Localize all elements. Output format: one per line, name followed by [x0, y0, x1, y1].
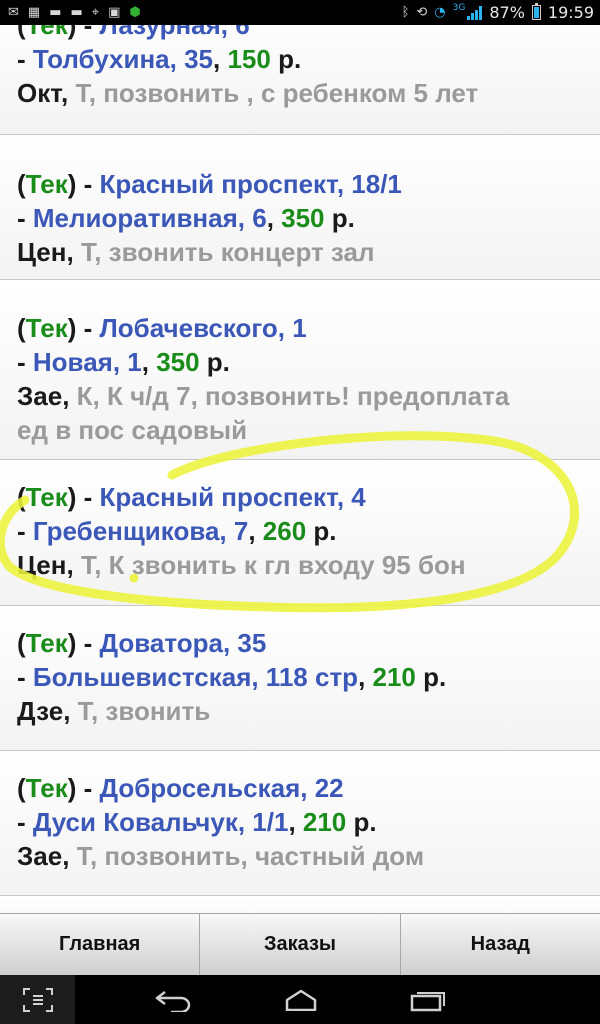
order-district: Дзе — [17, 696, 64, 726]
order-district: Цен — [17, 237, 67, 267]
back-nav-button[interactable] — [140, 975, 206, 1024]
order-from-address: Лазурная, 6 — [99, 25, 250, 40]
taxi-icon: ▬ — [49, 5, 62, 20]
system-nav-bar — [0, 975, 600, 1024]
app-icon: ▦ — [27, 5, 41, 20]
order-to-address: Гребенщикова, 7 — [32, 516, 249, 546]
order-details: Т, звонить — [77, 696, 211, 726]
back-arrow-icon — [155, 990, 191, 1012]
order-from-address: Добросельская, 22 — [99, 773, 344, 803]
battery-icon — [531, 3, 541, 20]
order-status: Тек — [25, 773, 68, 803]
order-district: Зае — [17, 841, 63, 871]
order-district: Цен — [17, 550, 67, 580]
order-from-address: Красный проспект, 4 — [99, 482, 366, 512]
order-item[interactable]: (Тек) - Красный проспект, 18/1 - Мелиора… — [0, 135, 600, 280]
bluetooth-icon: ᛒ — [401, 5, 410, 20]
order-price: 210 — [372, 662, 416, 692]
order-item[interactable]: (Тек) - Красный проспект, 4 - Гребенщико… — [0, 460, 600, 606]
taxi-icon: ▬ — [70, 5, 83, 20]
order-price: 260 — [262, 516, 307, 546]
order-details: Т, позвонить, частный дом — [76, 841, 425, 871]
order-details: Т, звонить концерт зал — [80, 237, 375, 267]
recent-apps-icon — [410, 991, 445, 1011]
order-item-partial[interactable] — [0, 896, 600, 913]
network-type: 3G — [452, 3, 466, 13]
order-details-continued: ед в пос садовый — [17, 415, 248, 445]
home-nav-button[interactable] — [268, 975, 334, 1024]
order-price: 210 — [302, 807, 347, 837]
order-to-address: Дуси Ковальчук, 1/1 — [32, 807, 289, 837]
rotation-lock-icon: ⟲ — [416, 5, 428, 20]
bottom-tab-bar: Главная Заказы Назад — [0, 913, 600, 975]
order-district: Зае — [17, 381, 63, 411]
order-to-address: Толбухина, 35 — [32, 44, 214, 74]
tab-orders[interactable]: Заказы — [200, 914, 401, 975]
wifi-icon: ◔ — [434, 5, 446, 20]
order-status: Тек — [25, 25, 68, 40]
screenshot-button[interactable] — [0, 975, 75, 1024]
battery-percent: 87% — [489, 3, 525, 22]
system-icons: ᛒ ⟲ ◔ 3G 87% 19:59 — [402, 0, 594, 25]
order-from-address: Доватора, 35 — [99, 628, 267, 658]
order-status: Тек — [25, 628, 68, 658]
order-status: Тек — [25, 313, 68, 343]
tab-back[interactable]: Назад — [401, 914, 600, 975]
order-item[interactable]: (Тек) - Доватора, 35 - Большевистская, 1… — [0, 606, 600, 751]
orders-list[interactable]: (Тек) - Лазурная, 6 - Толбухина, 35, 150… — [0, 25, 600, 913]
order-from-address: Лобачевского, 1 — [99, 313, 307, 343]
gps-icon: ⌖ — [91, 5, 100, 20]
tab-main[interactable]: Главная — [0, 914, 201, 975]
order-district: Окт — [17, 78, 62, 108]
order-details: Т, К звонить к гл входу 95 бон — [80, 550, 466, 580]
order-price: 350 — [281, 203, 325, 233]
signal-icon — [467, 5, 483, 20]
screenshot-icon — [22, 987, 53, 1012]
order-price: 150 — [227, 44, 271, 74]
order-item[interactable]: (Тек) - Лобачевского, 1 - Новая, 1, 350 … — [0, 280, 600, 460]
image-icon: ▣ — [108, 5, 121, 20]
order-item[interactable]: (Тек) - Добросельская, 22 - Дуси Ковальч… — [0, 751, 600, 896]
order-status: Тек — [25, 482, 68, 512]
order-to-address: Новая, 1 — [32, 347, 142, 377]
clock: 19:59 — [547, 3, 594, 22]
notification-icons: ✉ ▦ ▬ ▬ ⌖ ▣ ⬢ — [0, 0, 141, 25]
status-bar: ✉ ▦ ▬ ▬ ⌖ ▣ ⬢ ᛒ ⟲ ◔ 3G 87% 19:59 — [0, 0, 600, 25]
order-price: 350 — [156, 347, 200, 377]
order-to-address: Мелиоративная, 6 — [32, 203, 267, 233]
order-from-address: Красный проспект, 18/1 — [99, 169, 402, 199]
order-status: Тек — [25, 169, 68, 199]
order-details: Т, позвонить , с ребенком 5 лет — [75, 78, 479, 108]
order-details: К, К ч/д 7, позвонить! предоплата — [76, 381, 510, 411]
order-to-address: Большевистская, 118 стр — [32, 662, 359, 692]
home-icon — [285, 989, 317, 1011]
shield-icon: ⬢ — [129, 5, 141, 20]
order-item[interactable]: (Тек) - Лазурная, 6 - Толбухина, 35, 150… — [0, 25, 600, 135]
recent-apps-button[interactable] — [395, 975, 461, 1024]
message-icon: ✉ — [8, 5, 19, 20]
